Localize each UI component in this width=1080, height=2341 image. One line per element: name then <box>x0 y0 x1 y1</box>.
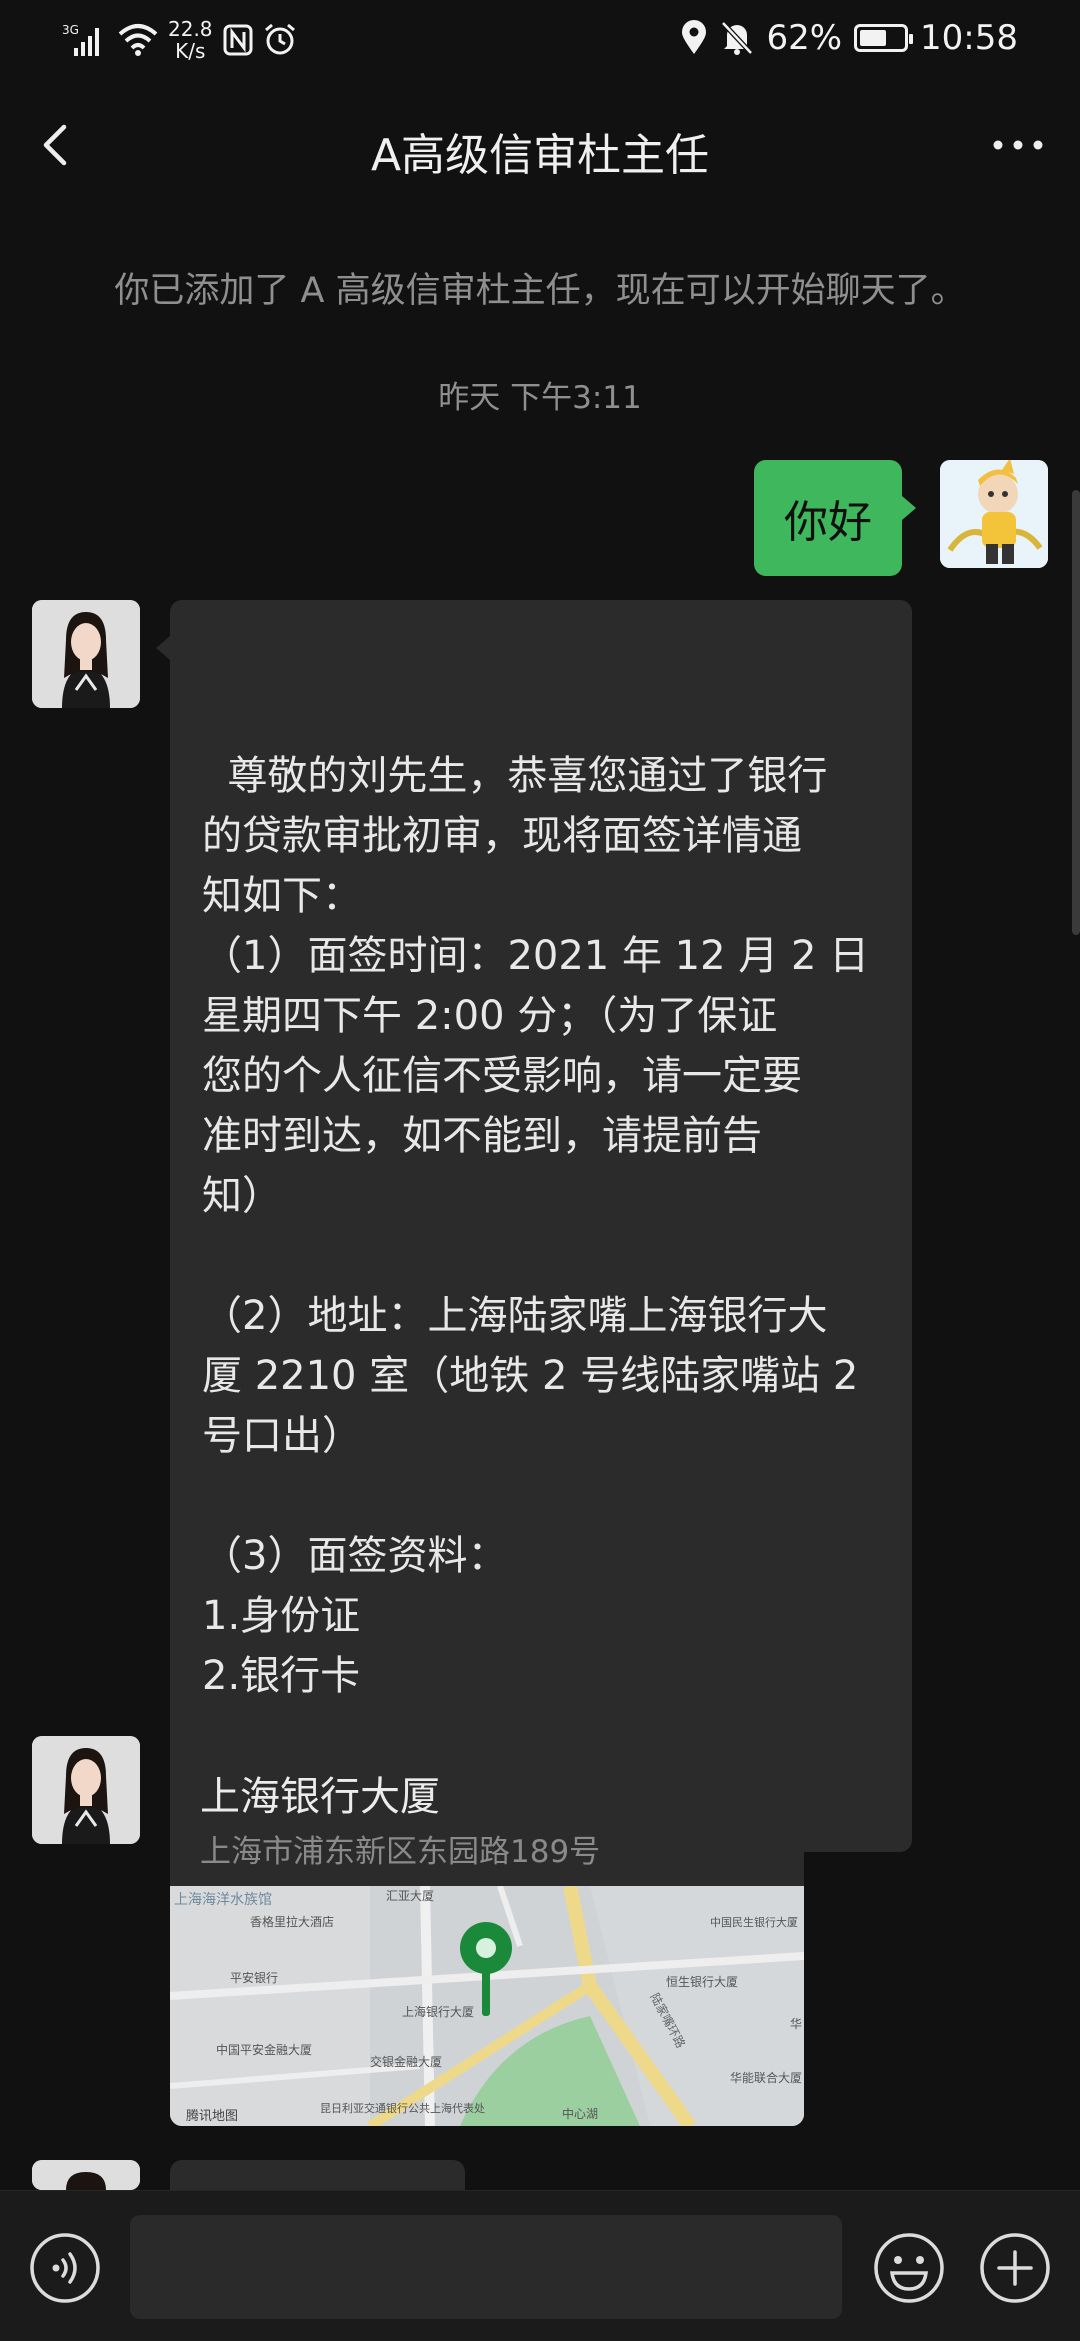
map-label: 华能联合大厦 <box>730 2070 802 2085</box>
scrollbar[interactable] <box>1072 490 1080 935</box>
voice-icon[interactable] <box>28 2231 102 2305</box>
location-name: 上海银行大厦 <box>200 1774 440 1820</box>
more-icon[interactable] <box>986 117 1050 173</box>
map-label: 昆日利亚交通银行公共上海代表处 <box>320 2101 485 2115</box>
contact-avatar[interactable] <box>32 600 140 708</box>
emoji-icon[interactable] <box>872 2231 946 2305</box>
map-label: 中心湖 <box>562 2106 598 2121</box>
input-bar <box>0 2190 1080 2341</box>
map-attribution: 腾讯地图 <box>186 2108 238 2124</box>
status-left: 3G 22.8 K/s <box>62 18 297 62</box>
map-label: 上海银行大厦 <box>402 2004 474 2019</box>
contact-avatar[interactable] <box>32 2160 140 2190</box>
woman-portrait-avatar-image <box>32 2160 140 2190</box>
network-type-label: 3G <box>62 23 79 37</box>
net-speed-unit: K/s <box>175 39 206 63</box>
status-right: 62% 10:58 <box>680 18 1018 58</box>
incoming-message-text: 尊敬的刘先生，恭喜您通过了银行 的贷款审批初审，现将面签详情通 知如下： （1）… <box>202 753 870 1819</box>
location-address: 上海市浦东新区东园路189号 <box>200 1834 601 1870</box>
location-message-card[interactable]: 上海银行大厦 上海市浦东新区东园路189号 上海海洋水族馆 汇亚大厦 香格里拉大… <box>170 1736 804 2126</box>
map-label: 汇亚大厦 <box>386 1889 434 1903</box>
map-label: 中国民生银行大厦 <box>710 1915 798 1929</box>
outgoing-message-bubble[interactable]: 你好 <box>754 460 916 576</box>
nfc-icon <box>223 24 253 56</box>
net-speed-value: 22.8 <box>168 17 213 41</box>
battery-icon <box>854 24 914 52</box>
map-label: 平安银行 <box>230 1970 278 1985</box>
location-icon <box>682 20 707 54</box>
net-speed: 22.8 K/s <box>168 18 213 62</box>
woman-portrait-avatar-image <box>32 600 140 708</box>
bubble-tail <box>156 636 170 660</box>
chat-header: A高级信审杜主任 <box>0 95 1080 195</box>
bubble-tail <box>902 496 916 520</box>
outgoing-message-text: 你好 <box>784 497 872 548</box>
clock: 10:58 <box>920 18 1018 58</box>
incoming-message-bubble[interactable]: 尊敬的刘先生，恭喜您通过了银行 的贷款审批初审，现将面签详情通 知如下： （1）… <box>156 600 912 1852</box>
signal-icon: 3G <box>62 23 99 56</box>
message-timestamp: 昨天 下午3:11 <box>438 380 642 416</box>
map-label: 华 <box>790 2017 802 2031</box>
battery-percent: 62% <box>766 18 843 58</box>
map-preview[interactable]: 上海海洋水族馆 汇亚大厦 香格里拉大酒店 平安银行 上海银行大厦 中国平安金融大… <box>170 1886 804 2126</box>
battery-level <box>860 30 887 46</box>
cartoon-avatar-image <box>940 460 1048 568</box>
my-avatar[interactable] <box>940 460 1048 568</box>
map-label: 上海海洋水族馆 <box>174 1892 272 1908</box>
contact-avatar[interactable] <box>32 1736 140 1844</box>
map-label: 香格里拉大酒店 <box>250 1914 334 1929</box>
system-notice: 你已添加了 A 高级信审杜主任，现在可以开始聊天了。 <box>114 271 966 311</box>
wifi-icon <box>118 24 158 56</box>
page-title: A高级信审杜主任 <box>370 130 710 181</box>
map-label: 中国平安金融大厦 <box>216 2042 312 2057</box>
message-input[interactable] <box>130 2215 842 2319</box>
map-label: 恒生银行大厦 <box>666 1975 738 1989</box>
map-label: 交银金融大厦 <box>370 2054 442 2069</box>
woman-portrait-avatar-image <box>32 1736 140 1844</box>
plus-icon[interactable] <box>978 2231 1052 2305</box>
alarm-icon <box>264 23 295 55</box>
mute-icon <box>721 21 754 55</box>
status-bar: 3G 22.8 K/s 62% 10:58 <box>0 0 1080 80</box>
